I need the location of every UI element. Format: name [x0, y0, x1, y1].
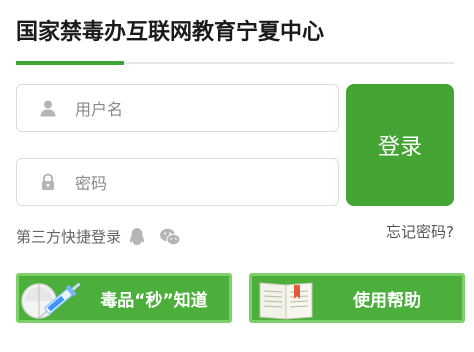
third-party-label: 第三方快捷登录: [16, 228, 122, 246]
user-icon: [40, 100, 56, 117]
drug-knowledge-button[interactable]: 毒品“秒”知道: [16, 273, 232, 323]
password-field[interactable]: [16, 158, 339, 207]
login-panel: 国家禁毒办互联网教育宁夏中心 登录 第三方快捷登录: [0, 0, 474, 352]
username-input[interactable]: [73, 85, 327, 133]
lock-icon: [42, 173, 54, 190]
login-button[interactable]: 登录: [346, 84, 454, 206]
forgot-password-link[interactable]: 忘记密码?: [386, 221, 454, 242]
third-party-login: 第三方快捷登录: [16, 226, 181, 247]
open-book-icon: [259, 282, 313, 320]
page-title: 国家禁毒办互联网教育宁夏中心: [16, 20, 325, 45]
help-label: 使用帮助: [353, 290, 421, 311]
help-button[interactable]: 使用帮助: [249, 273, 465, 323]
pill-syringe-icon: [21, 282, 81, 319]
wechat-icon[interactable]: [159, 227, 181, 247]
qq-icon[interactable]: [127, 227, 147, 247]
drug-knowledge-label: 毒品“秒”知道: [100, 290, 208, 311]
username-field[interactable]: [16, 84, 339, 133]
password-input[interactable]: [73, 159, 327, 207]
title-accent-bar: [16, 61, 124, 65]
